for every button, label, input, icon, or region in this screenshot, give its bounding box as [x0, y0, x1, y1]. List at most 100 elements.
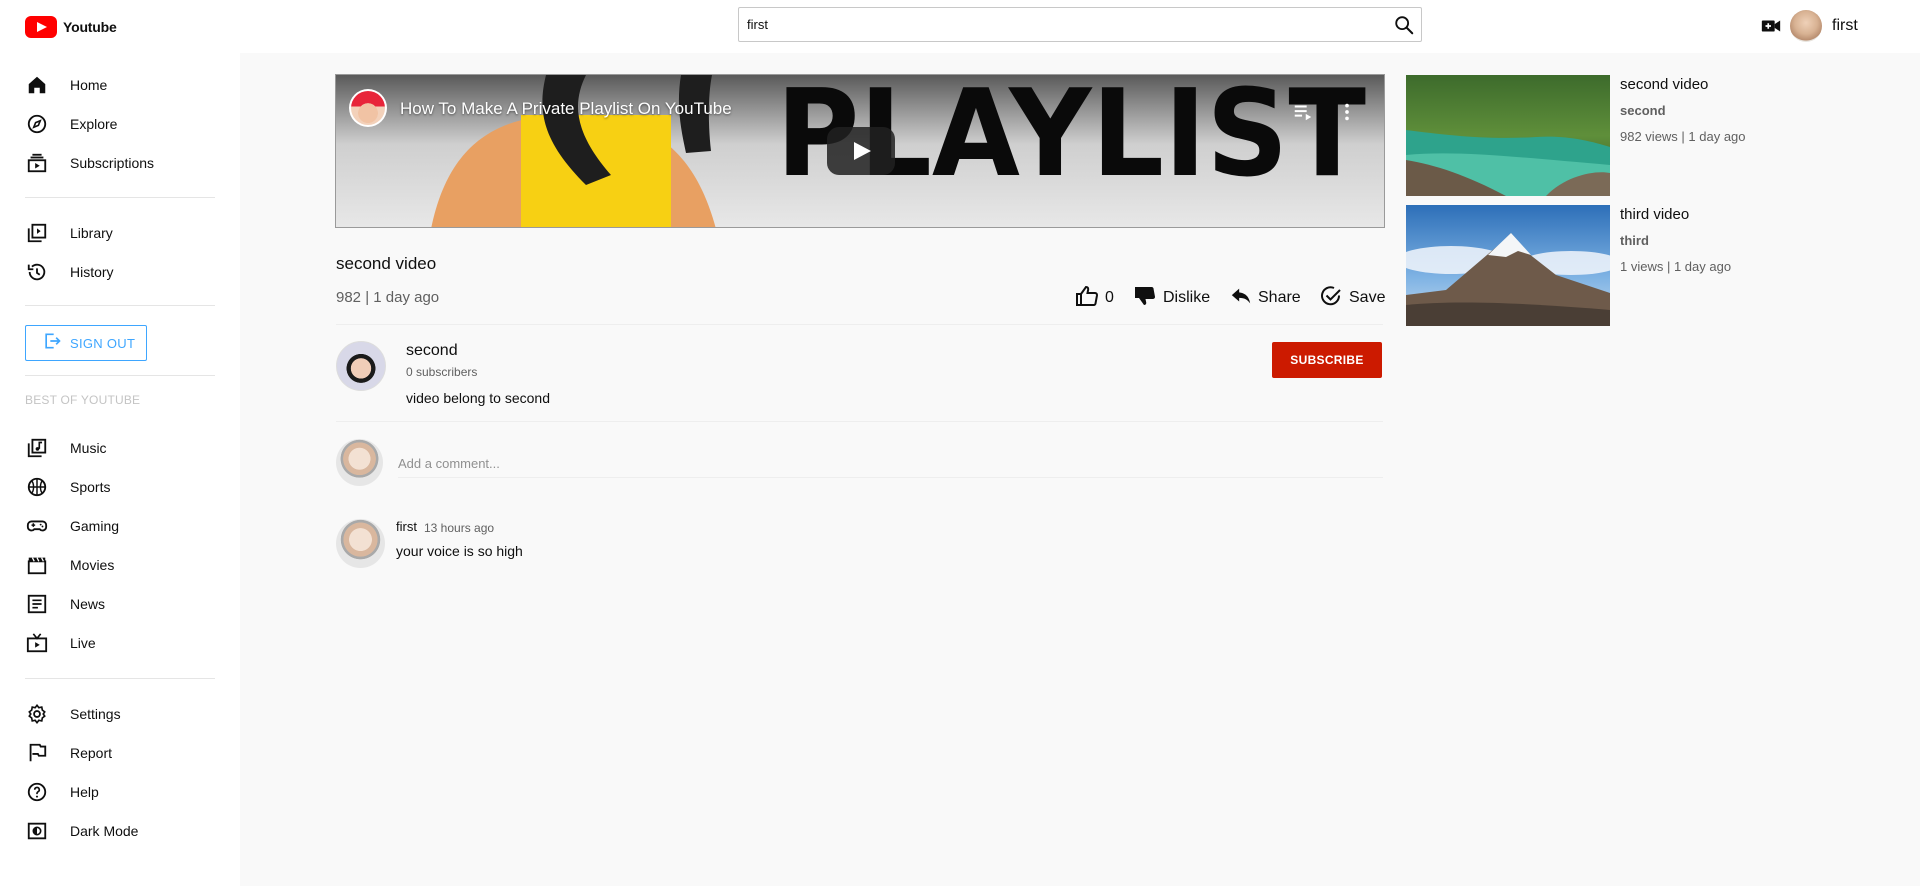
sidebar-divider [25, 305, 215, 306]
related-video-thumbnail[interactable] [1406, 75, 1610, 196]
sidebar-item-explore[interactable]: Explore [25, 112, 117, 136]
sidebar-item-help[interactable]: Help [25, 780, 99, 804]
like-count: 0 [1105, 289, 1114, 306]
dark-mode-icon [25, 819, 49, 843]
sidebar-item-live[interactable]: Live [25, 631, 96, 655]
music-icon [25, 436, 49, 460]
sidebar-item-settings[interactable]: Settings [25, 702, 121, 726]
logo[interactable]: Youtube [25, 16, 117, 38]
user-name[interactable]: first [1832, 17, 1858, 35]
sidebar-item-music[interactable]: Music [25, 436, 107, 460]
video-description: video belong to second [406, 390, 550, 406]
sidebar-item-dark-mode[interactable]: Dark Mode [25, 819, 138, 843]
sidebar-item-subscriptions[interactable]: Subscriptions [25, 151, 154, 175]
sidebar-item-library[interactable]: Library [25, 221, 113, 245]
sidebar-item-label: Home [70, 77, 108, 93]
save-label: Save [1349, 289, 1386, 306]
divider [336, 421, 1383, 422]
search-icon[interactable] [1393, 14, 1415, 36]
river-thumbnail [1406, 75, 1610, 196]
embed-title[interactable]: How To Make A Private Playlist On YouTub… [400, 99, 732, 119]
sidebar-item-label: Settings [70, 706, 121, 722]
sidebar-item-label: Help [70, 784, 99, 800]
comment-input[interactable] [398, 450, 1383, 478]
mountain-thumbnail [1406, 205, 1610, 326]
playlist-icon[interactable] [1292, 101, 1314, 128]
thumbs-up-icon [1075, 284, 1099, 313]
section-title: BEST OF YOUTUBE [25, 393, 141, 407]
sidebar-item-label: Explore [70, 116, 118, 132]
subscriber-count: 0 subscribers [406, 365, 478, 379]
sidebar-item-label: Dark Mode [70, 823, 139, 839]
sidebar-item-sports[interactable]: Sports [25, 475, 110, 499]
sidebar-item-home[interactable]: Home [25, 73, 107, 97]
comment-author[interactable]: first [396, 519, 417, 534]
related-video-meta: 982 views | 1 day ago [1620, 129, 1746, 144]
sidebar-item-label: Library [70, 225, 113, 241]
sidebar-divider [25, 375, 215, 376]
embed-channel-avatar[interactable] [349, 89, 387, 127]
sports-icon [25, 475, 49, 499]
sidebar-item-history[interactable]: History [25, 260, 114, 284]
sidebar-item-movies[interactable]: Movies [25, 553, 114, 577]
dislike-label: Dislike [1163, 289, 1211, 306]
comment-text: your voice is so high [396, 543, 523, 559]
flag-icon [25, 741, 49, 765]
comment-avatar[interactable] [336, 519, 385, 568]
related-video-thumbnail[interactable] [1406, 205, 1610, 326]
sign-out-button[interactable]: SIGN OUT [25, 325, 147, 361]
share-button[interactable]: Share [1230, 285, 1301, 311]
movies-icon [25, 553, 49, 577]
sidebar-divider [25, 678, 215, 679]
play-button[interactable] [827, 127, 895, 175]
help-icon [25, 780, 49, 804]
related-video-title[interactable]: second video [1620, 76, 1708, 93]
video-meta: 982 | 1 day ago [336, 289, 440, 306]
share-icon [1230, 285, 1252, 312]
search-box [738, 7, 1422, 42]
library-icon [25, 221, 49, 245]
sidebar-item-label: History [70, 264, 114, 280]
video-player[interactable]: PLAYLIST How To Make A Private Playlist … [335, 74, 1385, 228]
subscriptions-icon [25, 151, 49, 175]
related-video-meta: 1 views | 1 day ago [1620, 259, 1732, 274]
subscribe-button[interactable]: SUBSCRIBE [1272, 342, 1382, 378]
channel-name[interactable]: second [406, 342, 458, 360]
related-video-channel[interactable]: second [1620, 103, 1666, 118]
sidebar-item-label: Report [70, 745, 113, 761]
video-title: second video [336, 254, 437, 273]
youtube-logo-icon [25, 16, 57, 38]
gaming-icon [25, 514, 49, 538]
like-button[interactable]: 0 [1075, 285, 1114, 311]
current-user-avatar [336, 439, 383, 486]
sidebar: Home Explore Subscriptions Library Histo… [0, 53, 240, 886]
thumbs-down-icon [1133, 284, 1157, 313]
sidebar-item-report[interactable]: Report [25, 741, 112, 765]
save-check-icon [1319, 284, 1343, 313]
history-icon [25, 260, 49, 284]
sidebar-divider [25, 197, 215, 198]
more-options-icon[interactable] [1336, 101, 1358, 128]
divider [336, 324, 1383, 325]
search-input[interactable] [747, 8, 1367, 41]
sidebar-item-label: Gaming [70, 518, 120, 534]
sign-out-icon [42, 331, 62, 356]
channel-avatar[interactable] [336, 341, 386, 391]
home-icon [25, 73, 49, 97]
sidebar-item-label: Subscriptions [70, 155, 155, 171]
dislike-button[interactable]: Dislike [1133, 285, 1210, 311]
related-video-channel[interactable]: third [1620, 233, 1649, 248]
sidebar-item-gaming[interactable]: Gaming [25, 514, 119, 538]
save-button[interactable]: Save [1319, 285, 1385, 311]
sidebar-item-news[interactable]: News [25, 592, 105, 616]
share-label: Share [1258, 289, 1301, 306]
settings-icon [25, 702, 49, 726]
sidebar-item-label: Movies [70, 557, 115, 573]
comment-time: 13 hours ago [424, 521, 495, 535]
sidebar-item-label: News [70, 596, 106, 612]
related-video-title[interactable]: third video [1620, 206, 1689, 223]
sign-out-label: SIGN OUT [70, 335, 136, 351]
user-avatar[interactable] [1790, 10, 1822, 42]
top-bar: Youtube first [0, 0, 1920, 53]
create-video-icon[interactable] [1760, 15, 1782, 37]
